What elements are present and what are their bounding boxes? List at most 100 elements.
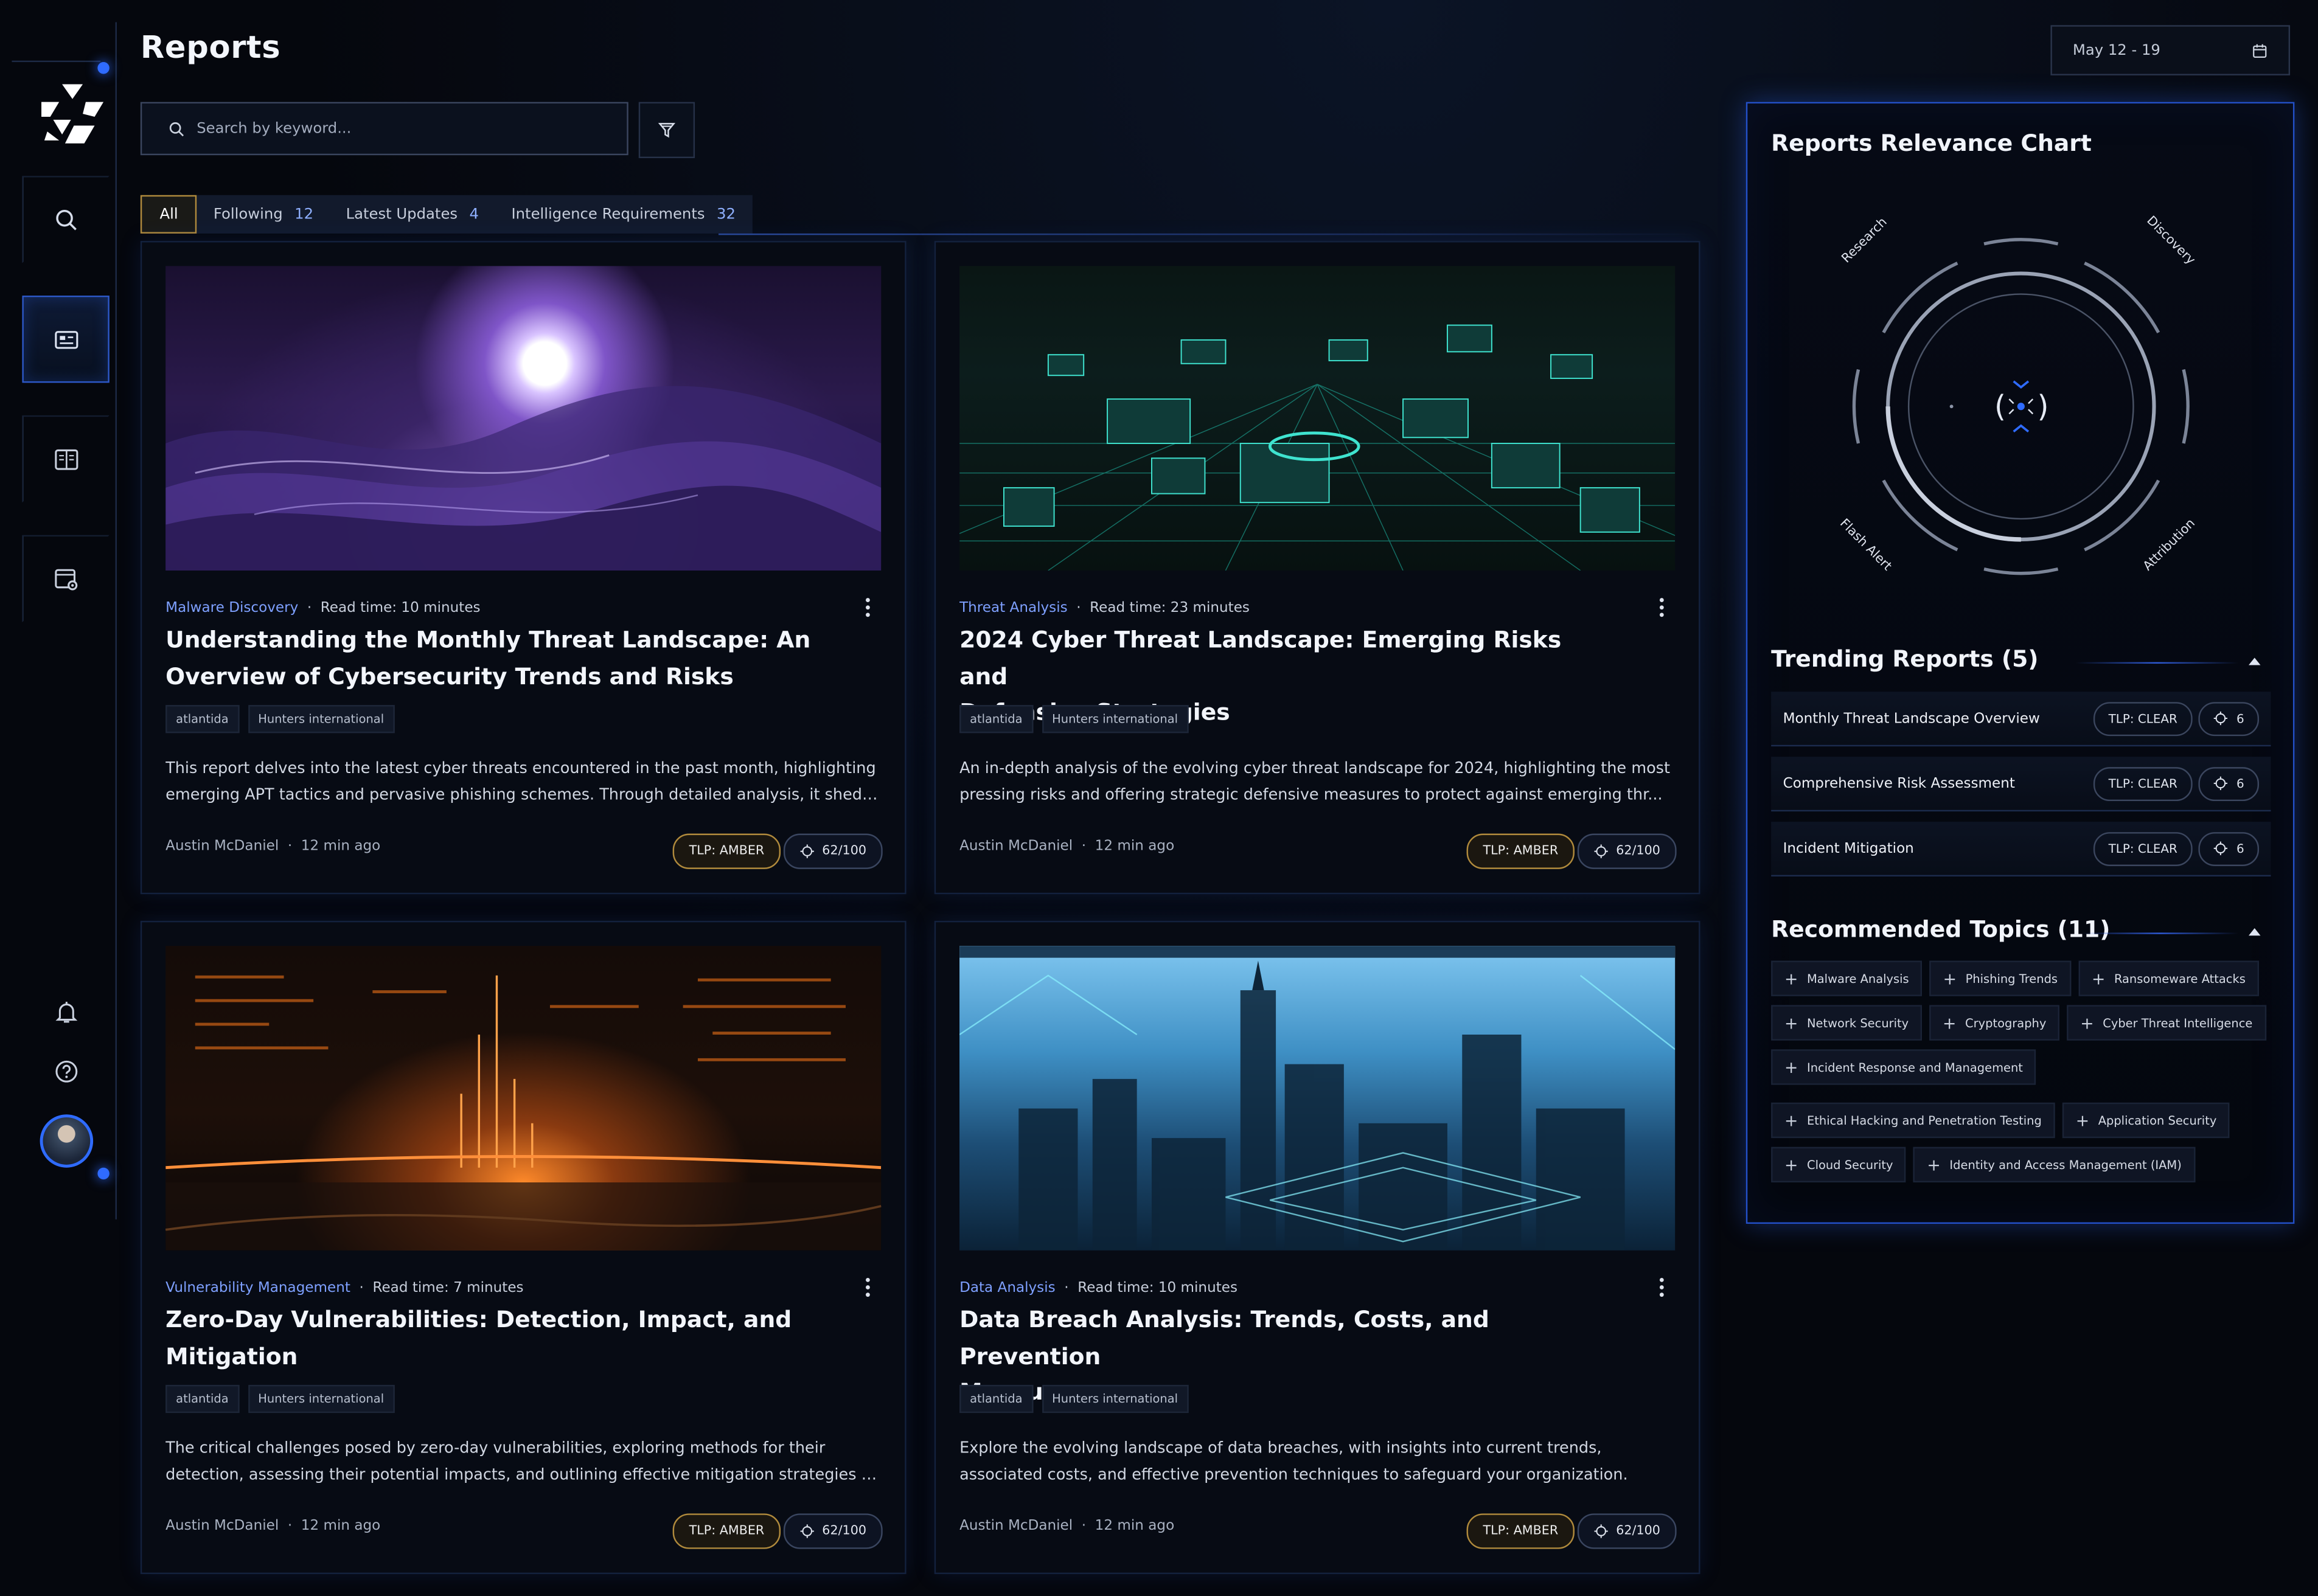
date-range-picker[interactable]: May 12 - 19	[2050, 25, 2291, 75]
plus-icon: +	[1784, 968, 1798, 988]
author[interactable]: Austin McDaniel	[959, 838, 1073, 855]
topic-chip[interactable]: + Application Security	[2062, 1102, 2230, 1139]
read-time: Read time: 23 minutes	[1090, 600, 1250, 617]
topic-label: Incident Response and Management	[1806, 1060, 2023, 1074]
help-button[interactable]	[22, 1027, 109, 1114]
collapse-topics-icon[interactable]	[2249, 928, 2261, 936]
page-title: Reports	[140, 29, 281, 65]
topic-chip[interactable]: + Incident Response and Management	[1771, 1049, 2036, 1085]
topic-chip[interactable]: + Ethical Hacking and Penetration Testing	[1771, 1102, 2055, 1139]
date-range-label: May 12 - 19	[2072, 42, 2160, 58]
collapse-trending-icon[interactable]	[2249, 657, 2261, 665]
read-time: Read time: 10 minutes	[320, 600, 481, 617]
tlp-badge: TLP: AMBER	[672, 833, 781, 869]
category-label[interactable]: Threat Analysis	[959, 600, 1068, 617]
topic-label: Malware Analysis	[1806, 971, 1909, 985]
tag[interactable]: Hunters international	[248, 705, 395, 734]
tab-intelligence-requirements[interactable]: Intelligence Requirements 32	[495, 195, 752, 234]
topic-chip[interactable]: + Malware Analysis	[1771, 960, 1923, 996]
report-title[interactable]: Zero-Day Vulnerabilities: Detection, Imp…	[165, 1302, 816, 1375]
author[interactable]: Austin McDaniel	[959, 1518, 1073, 1535]
topic-label: Application Security	[2098, 1114, 2217, 1127]
tag[interactable]: Hunters international	[1042, 705, 1189, 734]
more-options-icon[interactable]	[1657, 595, 1666, 619]
topic-chip[interactable]: + Phishing Trends	[1929, 960, 2071, 996]
tag[interactable]: atlantida	[165, 705, 239, 734]
topic-chip[interactable]: + Cloud Security	[1771, 1147, 1907, 1182]
section-divider	[2081, 932, 2239, 934]
trending-report-row[interactable]: Incident Mitigation TLP: CLEAR 6	[1771, 822, 2271, 876]
browser-settings-icon	[54, 568, 77, 590]
sidebar-item-reports[interactable]	[22, 296, 110, 383]
category-label[interactable]: Malware Discovery	[165, 600, 298, 617]
topic-label: Cryptography	[1965, 1016, 2047, 1030]
tab-label: Following	[213, 206, 283, 223]
count-value: 6	[2236, 841, 2244, 856]
tag[interactable]: Hunters international	[248, 1384, 395, 1414]
sidebar	[12, 22, 118, 1222]
tab-following[interactable]: Following 12	[197, 195, 330, 234]
desc-line: An in-depth analysis of the evolving cyb…	[959, 760, 1670, 778]
topic-chip[interactable]: + Identity and Access Management (IAM)	[1913, 1147, 2195, 1182]
sidebar-item-search[interactable]	[22, 176, 110, 263]
title-line: Overview of Cybersecurity Trends and Ris…	[165, 662, 734, 690]
more-options-icon[interactable]	[1657, 1275, 1666, 1299]
card-meta: Malware Discovery · Read time: 10 minutes	[165, 600, 481, 617]
title-line: Understanding the Monthly Threat Landsca…	[165, 626, 811, 654]
plus-icon: +	[1784, 1155, 1798, 1174]
topic-chip[interactable]: + Cryptography	[1929, 1005, 2060, 1041]
tag[interactable]: atlantida	[959, 1384, 1033, 1414]
relevance-score: 62/100	[1578, 1513, 1677, 1549]
report-card[interactable]: Threat Analysis · Read time: 23 minutes 20…	[934, 241, 1700, 895]
filter-icon	[658, 123, 676, 138]
report-card[interactable]: Malware Discovery · Read time: 10 minutes …	[140, 241, 907, 895]
target-icon	[800, 1524, 815, 1538]
sidebar-item-library[interactable]	[22, 415, 110, 503]
topic-chip[interactable]: + Cyber Threat Intelligence	[2067, 1005, 2266, 1041]
target-icon	[800, 844, 815, 858]
tlp-badge: TLP: AMBER	[1466, 1513, 1575, 1549]
card-meta: Data Analysis · Read time: 10 minutes	[959, 1280, 1237, 1297]
score-value: 62/100	[1616, 1524, 1660, 1539]
desc-line: Explore the evolving landscape of data b…	[959, 1439, 1602, 1457]
tab-all[interactable]: All	[140, 195, 198, 234]
target-icon	[1594, 1524, 1609, 1538]
topic-chip[interactable]: + Network Security	[1771, 1005, 1923, 1041]
timestamp: 12 min ago	[301, 1518, 381, 1535]
filter-button[interactable]	[638, 102, 695, 159]
target-icon	[2213, 776, 2227, 791]
topic-label: Ransomeware Attacks	[2114, 971, 2246, 985]
card-footer: Austin McDaniel · 12 min ago	[165, 838, 381, 855]
report-card[interactable]: Data Analysis · Read time: 10 minutes Data…	[934, 920, 1700, 1574]
count-value: 6	[2236, 775, 2244, 791]
target-icon	[2213, 841, 2227, 855]
tag[interactable]: atlantida	[165, 1384, 239, 1414]
tag-list: atlantida Hunters international	[959, 705, 1189, 734]
tab-latest-updates[interactable]: Latest Updates 4	[330, 195, 495, 234]
sidebar-item-settings[interactable]	[22, 535, 110, 623]
more-options-icon[interactable]	[863, 1275, 872, 1299]
search-bar[interactable]	[140, 102, 628, 156]
tag[interactable]: atlantida	[959, 705, 1033, 734]
report-title[interactable]: Understanding the Monthly Threat Landsca…	[165, 622, 816, 695]
author[interactable]: Austin McDaniel	[165, 838, 279, 855]
target-icon	[1594, 844, 1609, 858]
trending-report-row[interactable]: Monthly Threat Landscape Overview TLP: CL…	[1771, 692, 2271, 747]
plus-icon: +	[2080, 1013, 2094, 1033]
tab-label: All	[159, 206, 178, 223]
author[interactable]: Austin McDaniel	[165, 1518, 279, 1535]
avatar[interactable]	[40, 1114, 94, 1168]
category-label[interactable]: Vulnerability Management	[165, 1280, 350, 1296]
title-line: Mitigation	[165, 1342, 298, 1370]
count-value: 6	[2236, 710, 2244, 726]
search-input[interactable]	[193, 119, 614, 139]
topic-chip[interactable]: + Ransomeware Attacks	[2078, 960, 2259, 996]
trending-report-row[interactable]: Comprehensive Risk Assessment TLP: CLEAR 6	[1771, 757, 2271, 812]
report-image-data-breach	[959, 946, 1676, 1251]
app-logo[interactable]	[38, 82, 106, 150]
category-label[interactable]: Data Analysis	[959, 1280, 1056, 1296]
more-options-icon[interactable]	[863, 595, 872, 619]
read-time: Read time: 10 minutes	[1077, 1280, 1237, 1297]
tag[interactable]: Hunters international	[1042, 1384, 1189, 1414]
report-card[interactable]: Vulnerability Management · Read time: 7 mi…	[140, 920, 907, 1574]
